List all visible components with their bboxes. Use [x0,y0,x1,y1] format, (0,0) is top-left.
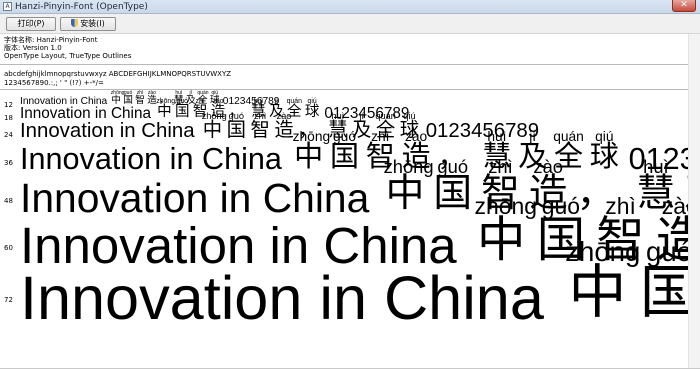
size-label: 48 [4,196,13,205]
size-label: 36 [4,159,13,168]
title-bar: A Hanzi-Pinyin-Font (OpenType) ✕ [0,0,700,14]
shield-icon [71,19,79,27]
hanzi-character: 中 [477,211,526,268]
alphabet-line: abcdefghijklmnopqrstuvwxyz ABCDEFGHIJKLM… [4,70,232,78]
hanzi-character: 中 [202,118,223,142]
toolbar: 打印(P) 安装(I) [0,14,700,34]
hanzi-with-pinyin: zào造 [273,111,294,142]
sample-english: Innovation in China [20,174,370,221]
hanzi-with-pinyin: zhōng 中 [384,157,434,216]
hanzi-with-pinyin: zhōng 中 [111,91,125,106]
character-set: abcdefghijklmnopqrstuvwxyz ABCDEFGHIJKLM… [4,70,231,88]
font-samples: 12 Innovation in China zhōng 中 guó 国 zhì 智 zào 造 … [0,90,688,369]
window-title: Hanzi-Pinyin-Font (OpenType) [15,2,148,12]
hanzi-with-pinyin: zhì 智 [249,111,270,142]
hanzi-with-pinyin: guó 国 [431,157,474,216]
size-label: 72 [4,296,13,305]
sample-english: Innovation in China [20,120,195,143]
hanzi-character: 中 [157,104,172,121]
sample-english: Innovation in China [20,142,282,177]
font-name: 字体名称: Hanzi-Pinyin-Font [4,36,98,44]
hanzi-with-pinyin: zhōng 中 [156,98,175,121]
hanzi-character: 智 [135,94,145,106]
hanzi-with-pinyin: zhōng 中 [474,195,537,268]
size-label: 12 [4,101,13,110]
hanzi-character: 国 [226,118,246,142]
hanzi-with-pinyin: guó 国 [637,238,688,321]
hanzi-with-pinyin: guó 国 [328,130,360,171]
vertical-scrollbar[interactable] [688,34,700,369]
hanzi-character: 智 [250,118,270,142]
hanzi-with-pinyin: zhōng 中 [293,130,331,174]
hanzi-with-pinyin: guó 国 [226,111,247,142]
size-label: 18 [4,113,13,122]
hanzi-with-pinyin: zhì 智 [135,91,146,105]
font-features: OpenType Layout, TrueType Outlines [4,52,132,60]
font-version: 版本: Version 1.0 [4,44,62,52]
close-button[interactable]: ✕ [672,0,696,12]
hanzi-character: 中 [111,94,121,106]
print-button[interactable]: 打印(P) [6,17,56,31]
hanzi-character: 国 [174,104,190,121]
hanzi-character: 国 [433,170,473,216]
hanzi-character: 国 [329,139,360,174]
sample-english: Innovation in China [20,263,544,332]
install-button-label: 安装(I) [80,19,105,28]
hanzi-with-pinyin: zhōng 中 [202,111,227,142]
hanzi-with-pinyin: guó 国 [174,98,190,121]
hanzi-character: 造 [274,118,294,142]
hanzi-character: 中 [568,257,627,326]
hanzi-character: 国 [639,257,688,326]
divider [0,64,700,65]
digits-punctuation-line: 1234567890.:,; ' " (!?) +-*/= [4,79,104,87]
hanzi-character: 国 [123,94,133,106]
hanzi-with-pinyin: guó 国 [123,91,134,105]
size-label: 24 [4,131,13,140]
hanzi-with-pinyin: zhōng 中 [565,238,640,326]
size-label: 60 [4,243,13,252]
font-file-icon: A [3,2,12,11]
hanzi-character: 中 [294,139,324,174]
install-button[interactable]: 安装(I) [60,17,116,31]
font-info: 字体名称: Hanzi-Pinyin-Font 版本: Version 1.0 … [4,36,131,60]
hanzi-character: 中 [385,170,425,216]
